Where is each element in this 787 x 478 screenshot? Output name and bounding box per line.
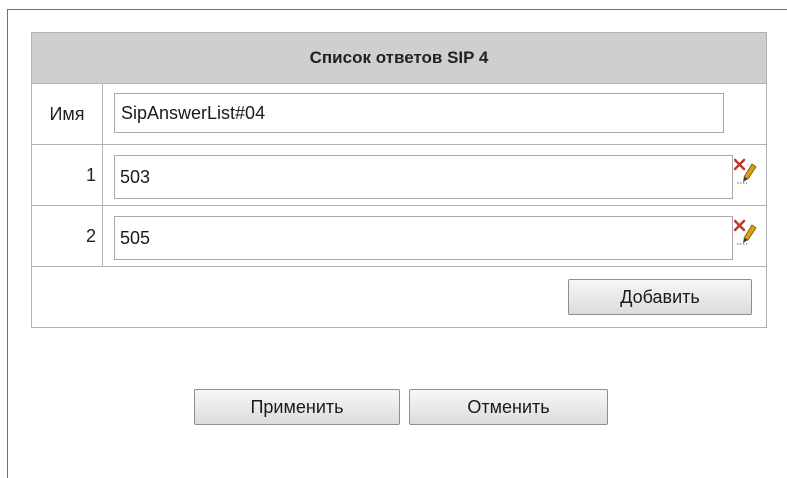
- answer-input[interactable]: [114, 155, 733, 199]
- answer-field-cell: [102, 205, 767, 267]
- edit-icon[interactable]: [737, 163, 757, 184]
- answer-index: 2: [31, 205, 103, 267]
- row-actions[interactable]: [734, 218, 758, 248]
- add-button[interactable]: Добавить: [568, 279, 752, 315]
- frame-left-border: [7, 9, 8, 478]
- edit-icon[interactable]: [737, 224, 757, 245]
- delete-edit-icon[interactable]: [734, 157, 758, 187]
- answer-index: 1: [31, 144, 103, 206]
- add-cell: Добавить: [31, 266, 767, 328]
- name-field-cell: [102, 83, 767, 145]
- answer-input[interactable]: [114, 216, 733, 260]
- cancel-button[interactable]: Отменить: [409, 389, 608, 425]
- frame-top-border: [7, 9, 787, 10]
- answer-row: 1: [31, 144, 767, 206]
- delete-icon[interactable]: [734, 158, 746, 171]
- answer-row: 2: [31, 205, 767, 267]
- sip-answer-list-form: Список ответов SIP 4 Имя 1: [31, 32, 767, 328]
- form-title: Список ответов SIP 4: [31, 32, 767, 84]
- add-row: Добавить: [31, 266, 767, 328]
- apply-button[interactable]: Применить: [194, 389, 400, 425]
- name-label: Имя: [31, 83, 103, 145]
- answer-field-cell: [102, 144, 767, 206]
- name-row: Имя: [31, 83, 767, 145]
- delete-icon[interactable]: [734, 219, 746, 232]
- name-input[interactable]: [114, 93, 724, 133]
- form-header-row: Список ответов SIP 4: [31, 32, 767, 84]
- delete-edit-icon[interactable]: [734, 218, 758, 248]
- row-actions[interactable]: [734, 157, 758, 187]
